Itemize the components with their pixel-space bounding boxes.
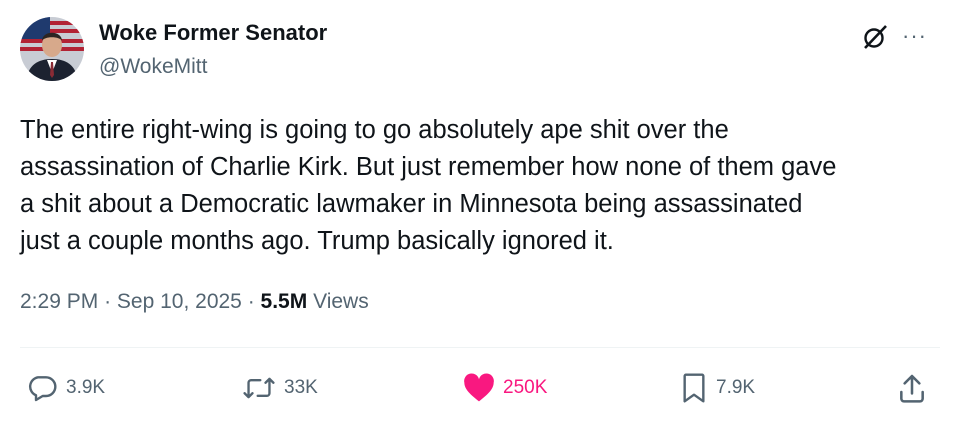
share-icon xyxy=(897,372,927,404)
share-button[interactable] xyxy=(897,370,927,406)
tweet-date[interactable]: Sep 10, 2025 xyxy=(117,290,242,313)
repost-count: 33K xyxy=(284,377,318,398)
bookmark-icon xyxy=(680,372,708,404)
meta-separator: · xyxy=(104,290,112,313)
grok-icon[interactable] xyxy=(862,24,888,50)
meta-separator: · xyxy=(247,290,255,313)
bookmark-count: 7.9K xyxy=(716,377,756,398)
like-button[interactable]: 250K xyxy=(463,370,547,406)
author-handle[interactable]: @WokeMitt xyxy=(99,55,207,79)
repost-button[interactable]: 33K xyxy=(242,370,318,406)
avatar[interactable] xyxy=(20,17,84,81)
more-icon[interactable]: ··· xyxy=(902,23,927,49)
heart-icon xyxy=(463,373,495,403)
reply-count: 3.9K xyxy=(66,377,106,398)
tweet-meta: 2:29 PM · Sep 10, 2025 · 5.5M Views xyxy=(20,290,369,314)
like-count: 250K xyxy=(503,377,548,398)
reply-icon xyxy=(26,372,58,404)
reply-button[interactable]: 3.9K xyxy=(26,370,105,406)
divider xyxy=(20,347,940,348)
avatar-image xyxy=(20,17,84,81)
views-label: Views xyxy=(313,290,369,313)
views-count: 5.5M xyxy=(260,290,308,313)
repost-icon xyxy=(242,372,276,404)
bookmark-button[interactable]: 7.9K xyxy=(680,370,755,406)
tweet-time[interactable]: 2:29 PM xyxy=(20,290,98,313)
tweet-text: The entire right-wing is going to go abs… xyxy=(20,116,837,255)
author-display-name[interactable]: Woke Former Senator xyxy=(99,20,327,46)
